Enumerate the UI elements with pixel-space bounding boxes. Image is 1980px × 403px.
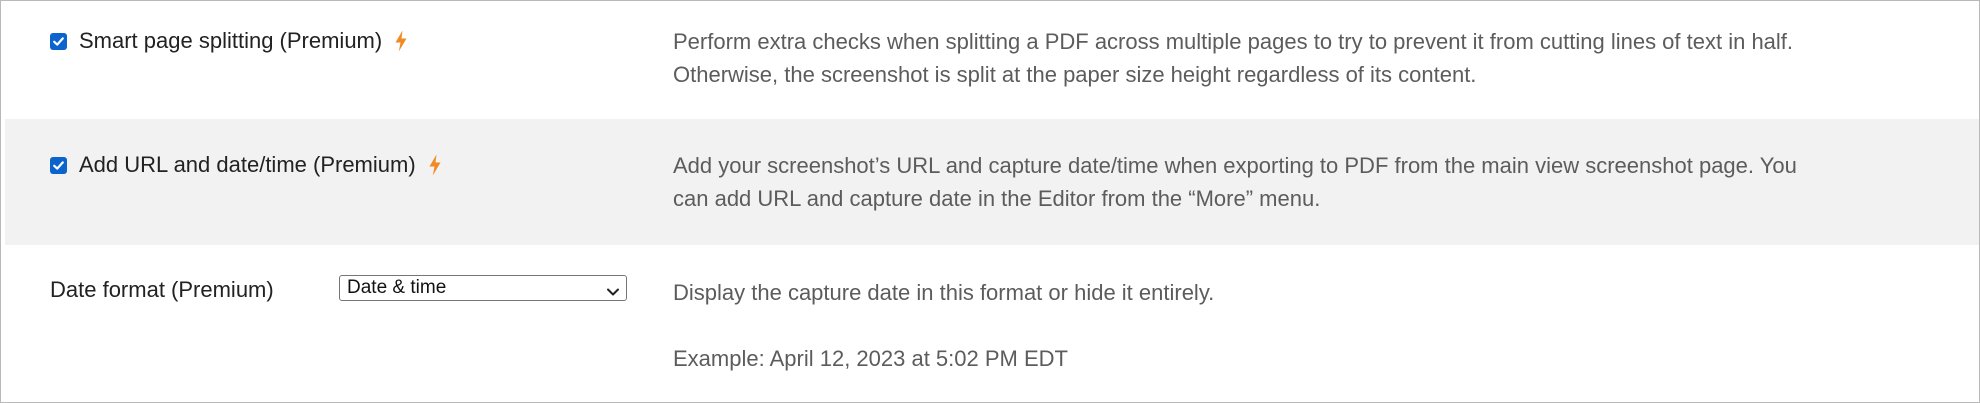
smart-page-splitting-checkbox[interactable]	[50, 32, 67, 50]
smart-page-splitting-option[interactable]: Smart page splitting (Premium)	[50, 28, 408, 54]
lightning-bolt-icon	[394, 30, 408, 52]
date-format-description-block: Display the capture date in this format …	[673, 276, 1823, 375]
setting-row-add-url-datetime: Add URL and date/time (Premium) Add your…	[5, 119, 1979, 245]
chevron-down-icon	[606, 282, 620, 304]
add-url-datetime-option[interactable]: Add URL and date/time (Premium)	[50, 152, 442, 178]
date-format-label: Date format (Premium)	[50, 277, 274, 302]
date-format-description: Display the capture date in this format …	[673, 280, 1215, 305]
date-format-example: Example: April 12, 2023 at 5:02 PM EDT	[673, 346, 1068, 371]
setting-row-date-format: Date format (Premium) Date & time Displa…	[5, 245, 1979, 402]
setting-row-smart-page-splitting: Smart page splitting (Premium) Perform e…	[5, 1, 1979, 119]
smart-page-splitting-label: Smart page splitting (Premium)	[79, 28, 383, 53]
add-url-datetime-checkbox[interactable]	[50, 156, 67, 174]
lightning-bolt-icon	[428, 154, 442, 176]
add-url-datetime-description: Add your screenshot’s URL and capture da…	[673, 153, 1797, 211]
smart-page-splitting-description: Perform extra checks when splitting a PD…	[673, 29, 1794, 87]
date-format-selected-value: Date & time	[347, 277, 447, 298]
date-format-select[interactable]: Date & time	[339, 275, 627, 301]
settings-panel: Smart page splitting (Premium) Perform e…	[0, 0, 1980, 403]
add-url-datetime-label: Add URL and date/time (Premium)	[79, 152, 416, 177]
